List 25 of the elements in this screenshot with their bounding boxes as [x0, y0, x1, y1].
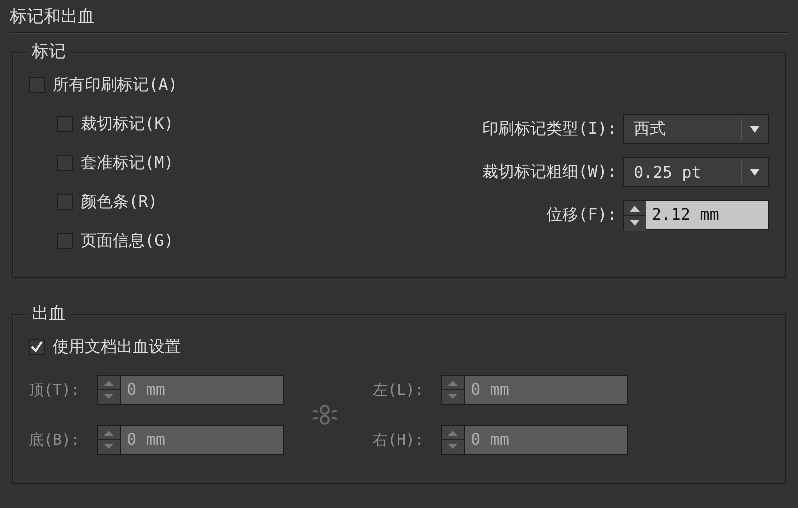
checkbox-label: 套准标记(M) — [81, 152, 174, 174]
checkbox-label: 裁切标记(K) — [81, 114, 174, 134]
chain-link-icon[interactable] — [311, 403, 339, 427]
caret-icon — [750, 126, 760, 132]
checkbox-label: 使用文档出血设置 — [53, 336, 181, 358]
caret-icon — [750, 168, 760, 176]
checkbox[interactable] — [57, 194, 73, 210]
checkbox-label: 页面信息(G) — [81, 230, 174, 252]
field-label: 印刷标记类型(I): — [482, 118, 617, 140]
field-label: 位移(F): — [546, 204, 617, 226]
dropdown[interactable]: 西式 — [623, 114, 769, 144]
field-label: 右(H): — [373, 430, 426, 450]
field-label: 顶(T): — [29, 380, 82, 400]
checkbox[interactable] — [29, 77, 45, 93]
checkbox-label: 所有印刷标记(A) — [53, 74, 178, 96]
checkbox-label: 颜色条(R) — [81, 192, 158, 212]
field-label: 左(L): — [373, 380, 426, 400]
checkbox[interactable] — [57, 155, 73, 171]
field-label: 裁切标记粗细(W): — [482, 162, 617, 182]
dropdown[interactable]: 0.25 pt — [623, 157, 769, 187]
field-label: 底(B): — [29, 430, 82, 450]
section-title: 标记和出血 — [10, 6, 96, 28]
checkbox[interactable] — [29, 339, 45, 355]
checkbox[interactable] — [57, 233, 73, 249]
checkbox[interactable] — [57, 116, 73, 132]
